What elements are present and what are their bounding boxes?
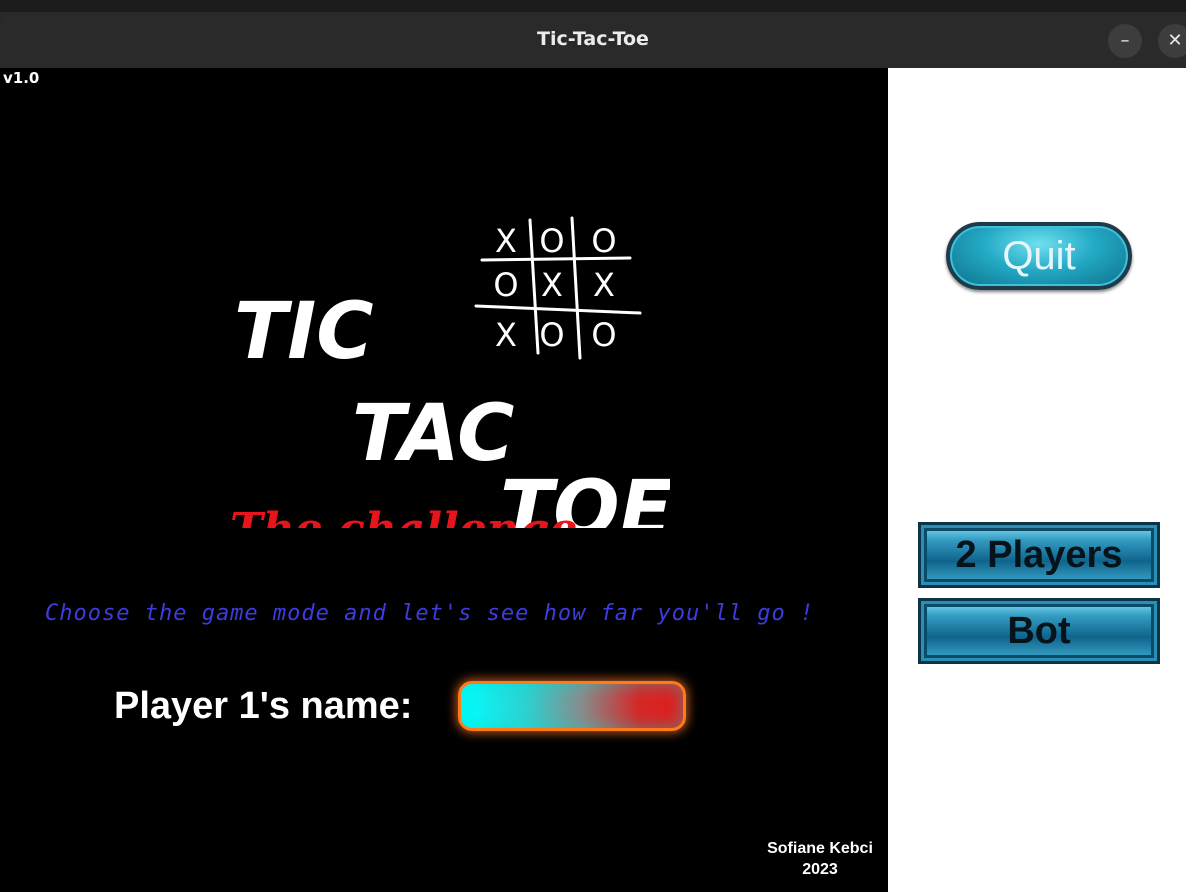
two-players-button[interactable]: 2 Players	[918, 522, 1160, 588]
credit-year: 2023	[802, 861, 838, 878]
logo-tac: TAC	[352, 389, 514, 479]
logo-tic: TIC	[234, 287, 373, 377]
logo-grid-mark: O	[539, 222, 564, 260]
bot-button[interactable]: Bot	[918, 598, 1160, 664]
app-window: Tic-Tac-Toe – ✕ v1.0 XOOOXXXOO TIC TAC T…	[0, 12, 1186, 892]
player-name-input[interactable]	[458, 681, 686, 731]
game-logo: XOOOXXXOO TIC TAC TOE The challenge	[230, 216, 670, 528]
game-panel: v1.0 XOOOXXXOO TIC TAC TOE The challenge…	[0, 68, 888, 892]
logo-grid-mark: X	[495, 316, 517, 354]
title-bar[interactable]: Tic-Tac-Toe – ✕	[0, 12, 1186, 69]
logo-grid-marks: X O OO X XX O O	[493, 222, 616, 354]
desktop-top-strip	[0, 0, 1186, 12]
version-label: v1.0	[3, 69, 40, 87]
logo-subtitle: The challenge	[230, 504, 578, 528]
window-content: v1.0 XOOOXXXOO TIC TAC TOE The challenge…	[0, 68, 1186, 892]
close-icon: ✕	[1167, 30, 1183, 51]
logo-grid-mark: O	[591, 316, 616, 354]
player-name-label: Player 1's name:	[114, 685, 413, 727]
minimize-icon: –	[1120, 30, 1130, 51]
close-button[interactable]: ✕	[1158, 24, 1186, 58]
author-credit: Sofiane Kebci 2023	[752, 838, 888, 880]
game-mode-tagline: Choose the game mode and let's see how f…	[45, 601, 815, 626]
logo-grid-mark: X	[495, 222, 517, 260]
logo-grid-mark: X	[541, 266, 563, 304]
minimize-button[interactable]: –	[1108, 24, 1142, 58]
logo-grid-mark: X	[593, 266, 615, 304]
logo-grid-mark: O	[539, 316, 564, 354]
logo-grid-mark: O	[591, 222, 616, 260]
menu-panel: Quit 2 Players Bot	[888, 68, 1186, 892]
quit-button[interactable]: Quit	[946, 222, 1132, 290]
window-title: Tic-Tac-Toe	[537, 28, 649, 50]
author-name: Sofiane Kebci	[767, 840, 873, 857]
logo-grid-mark: O	[493, 266, 518, 304]
